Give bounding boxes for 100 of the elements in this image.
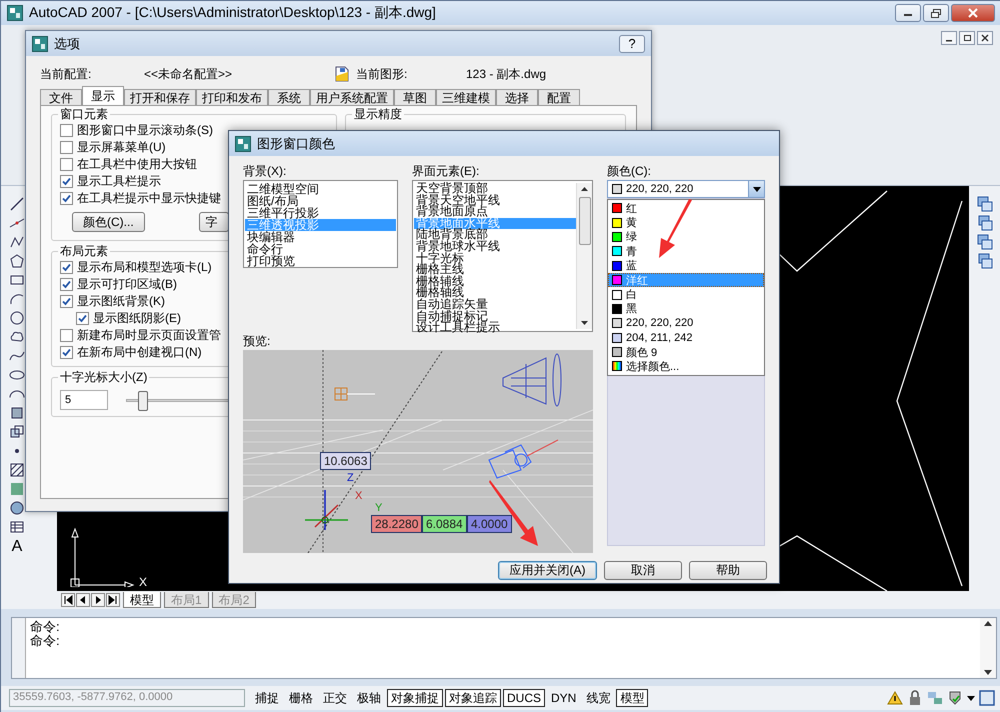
color-option[interactable]: 颜色 9 bbox=[608, 344, 764, 360]
lock-icon bbox=[907, 690, 923, 706]
help-button[interactable]: ? bbox=[619, 34, 645, 52]
tab[interactable]: 三维建模 bbox=[436, 89, 496, 105]
scroll-down-icon bbox=[581, 321, 588, 325]
checkbox[interactable] bbox=[60, 192, 73, 205]
list-item[interactable]: 背景地面原点 bbox=[414, 206, 576, 218]
tab-scroll-button[interactable] bbox=[61, 593, 75, 607]
size-input[interactable]: 5 bbox=[60, 390, 108, 410]
checkbox[interactable] bbox=[60, 346, 73, 359]
scrollbar[interactable] bbox=[980, 618, 996, 678]
list-item[interactable]: 设计工具栏提示 bbox=[414, 322, 576, 334]
checkbox[interactable] bbox=[60, 158, 73, 171]
tab[interactable]: 配置 bbox=[538, 89, 580, 105]
checkbox[interactable] bbox=[60, 278, 73, 291]
checkbox[interactable] bbox=[60, 295, 73, 308]
list-item[interactable]: 自动追踪矢量 bbox=[414, 298, 576, 311]
status-toggle[interactable]: 对象追踪 bbox=[445, 689, 501, 707]
status-toggle[interactable]: 捕捉 bbox=[251, 689, 283, 707]
list-item[interactable]: 栅格主线 bbox=[414, 264, 576, 276]
checkbox[interactable] bbox=[60, 261, 73, 274]
checkbox[interactable] bbox=[76, 312, 89, 325]
checkbox-label: 显示屏幕菜单(U) bbox=[77, 139, 166, 156]
color-option[interactable]: 220, 220, 220 bbox=[608, 316, 764, 331]
scrollbar-thumb[interactable] bbox=[578, 197, 590, 245]
region-icon bbox=[9, 500, 25, 516]
status-toggle[interactable]: 极轴 bbox=[353, 689, 385, 707]
color-option[interactable]: 蓝 bbox=[608, 258, 764, 273]
status-toggle[interactable]: 正交 bbox=[319, 689, 351, 707]
group-title: 十字光标大小(Z) bbox=[58, 370, 150, 384]
app-logo-icon bbox=[7, 5, 23, 21]
color-option[interactable]: 黄 bbox=[608, 215, 764, 230]
maximize-button[interactable] bbox=[923, 4, 949, 22]
list-item[interactable]: 自动捕捉标记 bbox=[414, 310, 576, 322]
dropdown-button[interactable] bbox=[748, 181, 764, 197]
status-toggle[interactable]: DUCS bbox=[503, 689, 546, 707]
list-item[interactable]: 块编辑器 bbox=[245, 231, 396, 243]
tab[interactable]: 显示 bbox=[82, 86, 124, 105]
windows-stack-icon bbox=[977, 215, 993, 231]
status-toggle[interactable]: DYN bbox=[547, 689, 580, 707]
color-option[interactable]: 红 bbox=[608, 201, 764, 216]
list-item[interactable]: 十字光标 bbox=[414, 252, 576, 264]
list-item[interactable]: 背景地球水平线 bbox=[414, 240, 576, 253]
tab[interactable]: 打印和发布 bbox=[196, 89, 268, 105]
color-option[interactable]: 黑 bbox=[608, 302, 764, 316]
checkbox[interactable] bbox=[60, 141, 73, 154]
list-item[interactable]: 三维平行投影 bbox=[245, 207, 396, 219]
slider-thumb[interactable] bbox=[138, 390, 148, 410]
list-item[interactable]: 图纸/布局 bbox=[245, 195, 396, 207]
grip-handle[interactable] bbox=[12, 618, 26, 678]
dialog-button[interactable]: 字 bbox=[198, 212, 229, 232]
close-button[interactable] bbox=[977, 31, 993, 45]
status-toggle[interactable]: 线宽 bbox=[582, 689, 614, 707]
color-dropdown[interactable]: 220, 220, 220 bbox=[607, 180, 765, 198]
group-title: 布局元素 bbox=[58, 244, 110, 258]
text-tool-icon[interactable]: A bbox=[9, 538, 25, 556]
dialog-button[interactable]: 应用并关闭(A) bbox=[498, 561, 597, 580]
tab-scroll-button[interactable] bbox=[91, 593, 105, 607]
maximize-button[interactable] bbox=[959, 31, 975, 45]
tab-scroll-button[interactable] bbox=[106, 593, 120, 607]
tab[interactable]: 系统 bbox=[268, 89, 310, 105]
checkbox-label: 在工具栏中使用大按钮 bbox=[77, 156, 197, 173]
tab[interactable]: 用户系统配置 bbox=[310, 89, 394, 105]
minimize-button[interactable] bbox=[895, 4, 921, 22]
dialog-button[interactable]: 颜色(C)... bbox=[72, 212, 145, 232]
list-item[interactable]: 天空背景顶部 bbox=[414, 183, 576, 195]
tab[interactable]: 选择 bbox=[496, 89, 538, 105]
tab[interactable]: 草图 bbox=[394, 89, 436, 105]
close-button[interactable] bbox=[951, 4, 995, 22]
color-option[interactable]: 青 bbox=[608, 244, 764, 259]
list-item[interactable]: 栅格轴线 bbox=[414, 287, 576, 299]
color-option[interactable]: 204, 211, 242 bbox=[608, 330, 764, 345]
layout-tab[interactable]: 模型 bbox=[123, 592, 161, 608]
list-item[interactable]: 陆地背景底部 bbox=[414, 229, 576, 241]
scrollbar[interactable] bbox=[576, 183, 592, 329]
tab[interactable]: 打开和保存 bbox=[124, 89, 196, 105]
status-toggle[interactable]: 对象捕捉 bbox=[387, 689, 443, 707]
status-toggle[interactable]: 模型 bbox=[616, 689, 648, 707]
tab[interactable]: 文件 bbox=[40, 89, 82, 105]
list-item[interactable]: 栅格辅线 bbox=[414, 276, 576, 288]
checkbox[interactable] bbox=[60, 124, 73, 137]
list-item[interactable]: 背景天空地平线 bbox=[414, 194, 576, 206]
color-option[interactable]: 选择颜色... bbox=[608, 359, 764, 374]
checkbox-label: 显示可打印区域(B) bbox=[77, 276, 177, 293]
status-toggle[interactable]: 栅格 bbox=[285, 689, 317, 707]
dialog-button[interactable]: 帮助 bbox=[689, 561, 767, 580]
checkbox[interactable] bbox=[60, 175, 73, 188]
color-option[interactable]: 白 bbox=[608, 287, 764, 302]
color-option[interactable]: 绿 bbox=[608, 230, 764, 244]
dimension-value: 10.6063 bbox=[320, 452, 372, 470]
list-item[interactable]: 打印预览 bbox=[245, 255, 396, 267]
list-item[interactable]: 命令行 bbox=[245, 243, 396, 255]
line-icon bbox=[9, 196, 25, 212]
warning-icon bbox=[887, 690, 903, 706]
minimize-button[interactable] bbox=[941, 31, 957, 45]
list-item[interactable]: 二维模型空间 bbox=[245, 183, 396, 195]
field-label: 背景(X): bbox=[243, 164, 288, 180]
checkbox[interactable] bbox=[60, 329, 73, 342]
tab-scroll-button[interactable] bbox=[76, 593, 90, 607]
dialog-button[interactable]: 取消 bbox=[604, 561, 682, 580]
